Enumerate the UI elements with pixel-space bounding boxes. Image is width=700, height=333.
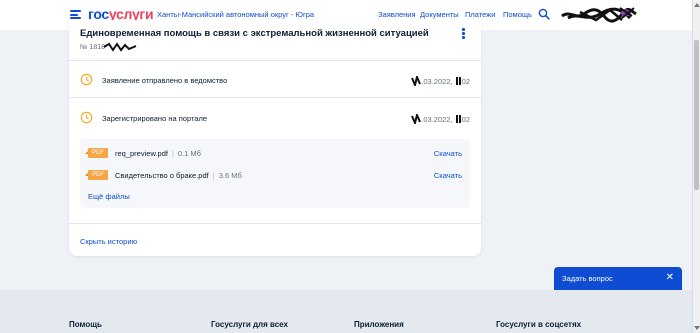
file-row: PDF req_preview.pdf | 0.1 Мб Скачать	[85, 147, 462, 161]
ask-question-label[interactable]: Задать вопрос	[562, 274, 613, 283]
separator: |	[171, 149, 174, 158]
file-size: 3.6 Мб	[218, 171, 242, 180]
nav-applications[interactable]: Заявления	[378, 10, 416, 19]
divider	[69, 97, 481, 98]
nav-payments[interactable]: Платежи	[465, 10, 495, 19]
history-status-row: Зарегистрировано на портале .03.2022, 02	[69, 111, 481, 131]
divider	[69, 60, 481, 61]
clock-icon	[80, 73, 93, 86]
application-title: Единовременная помощь в связи с экстрема…	[80, 28, 429, 39]
redaction-scribble	[411, 73, 422, 89]
clock-icon	[80, 111, 93, 124]
more-files-link[interactable]: Ещё файлы	[88, 192, 130, 201]
application-card: Единовременная помощь в связи с экстрема…	[69, 20, 481, 256]
file-name[interactable]: Свидетельство о браке.pdf	[115, 171, 209, 180]
status-datetime: .03.2022, 02	[411, 73, 470, 89]
pdf-file-icon: PDF	[85, 148, 108, 158]
file-size: 0.1 Мб	[177, 149, 201, 158]
file-name[interactable]: req_preview.pdf	[115, 149, 168, 158]
footer-heading-help[interactable]: Помощь	[69, 320, 102, 329]
page-scrollbar[interactable]	[692, 0, 700, 333]
region-selector[interactable]: Ханты-Мансийский автономный округ - Югра	[157, 10, 314, 19]
application-number: № 1818	[80, 44, 106, 51]
redaction-scribble	[103, 42, 137, 52]
hide-history-link[interactable]: Скрыть историю	[80, 237, 137, 246]
scroll-down-icon[interactable]	[694, 326, 700, 330]
nav-documents[interactable]: Документы	[420, 10, 459, 19]
status-text: Заявление отправлено в ведомство	[102, 76, 228, 85]
footer-heading-services[interactable]: Госуслуги для всех	[211, 320, 288, 329]
nav-help[interactable]: Помощь	[503, 10, 532, 19]
redacted-user-name[interactable]	[560, 2, 638, 28]
divider	[69, 223, 481, 224]
history-status-row: Заявление отправлено в ведомство .03.202…	[69, 73, 481, 93]
download-link[interactable]: Скачать	[434, 149, 462, 158]
search-icon[interactable]	[538, 8, 550, 20]
attached-files-box: PDF req_preview.pdf | 0.1 Мб Скачать PDF С…	[80, 139, 470, 208]
footer-heading-apps[interactable]: Приложения	[354, 320, 404, 329]
status-text: Зарегистрировано на портале	[102, 114, 208, 123]
more-options-icon[interactable]	[462, 28, 465, 40]
download-link[interactable]: Скачать	[434, 171, 462, 180]
close-icon[interactable]: ✕	[666, 272, 674, 284]
status-datetime: .03.2022, 02	[411, 111, 470, 127]
ask-question-widget[interactable]: Задать вопрос ✕	[554, 267, 682, 290]
page-footer: Помощь Госуслуги для всех Приложения Гос…	[0, 290, 692, 333]
redaction-scribble	[455, 115, 461, 123]
footer-heading-social[interactable]: Госуслуги в соцсетях	[496, 320, 581, 329]
redaction-scribble	[411, 111, 422, 127]
separator: |	[212, 171, 215, 180]
scroll-up-icon[interactable]	[694, 3, 700, 7]
redaction-scribble	[455, 77, 461, 85]
file-row: PDF Свидетельство о браке.pdf | 3.6 Мб Ска…	[85, 169, 462, 183]
scroll-thumb[interactable]	[694, 40, 699, 190]
menu-icon[interactable]	[70, 10, 81, 19]
pdf-file-icon: PDF	[85, 170, 108, 180]
